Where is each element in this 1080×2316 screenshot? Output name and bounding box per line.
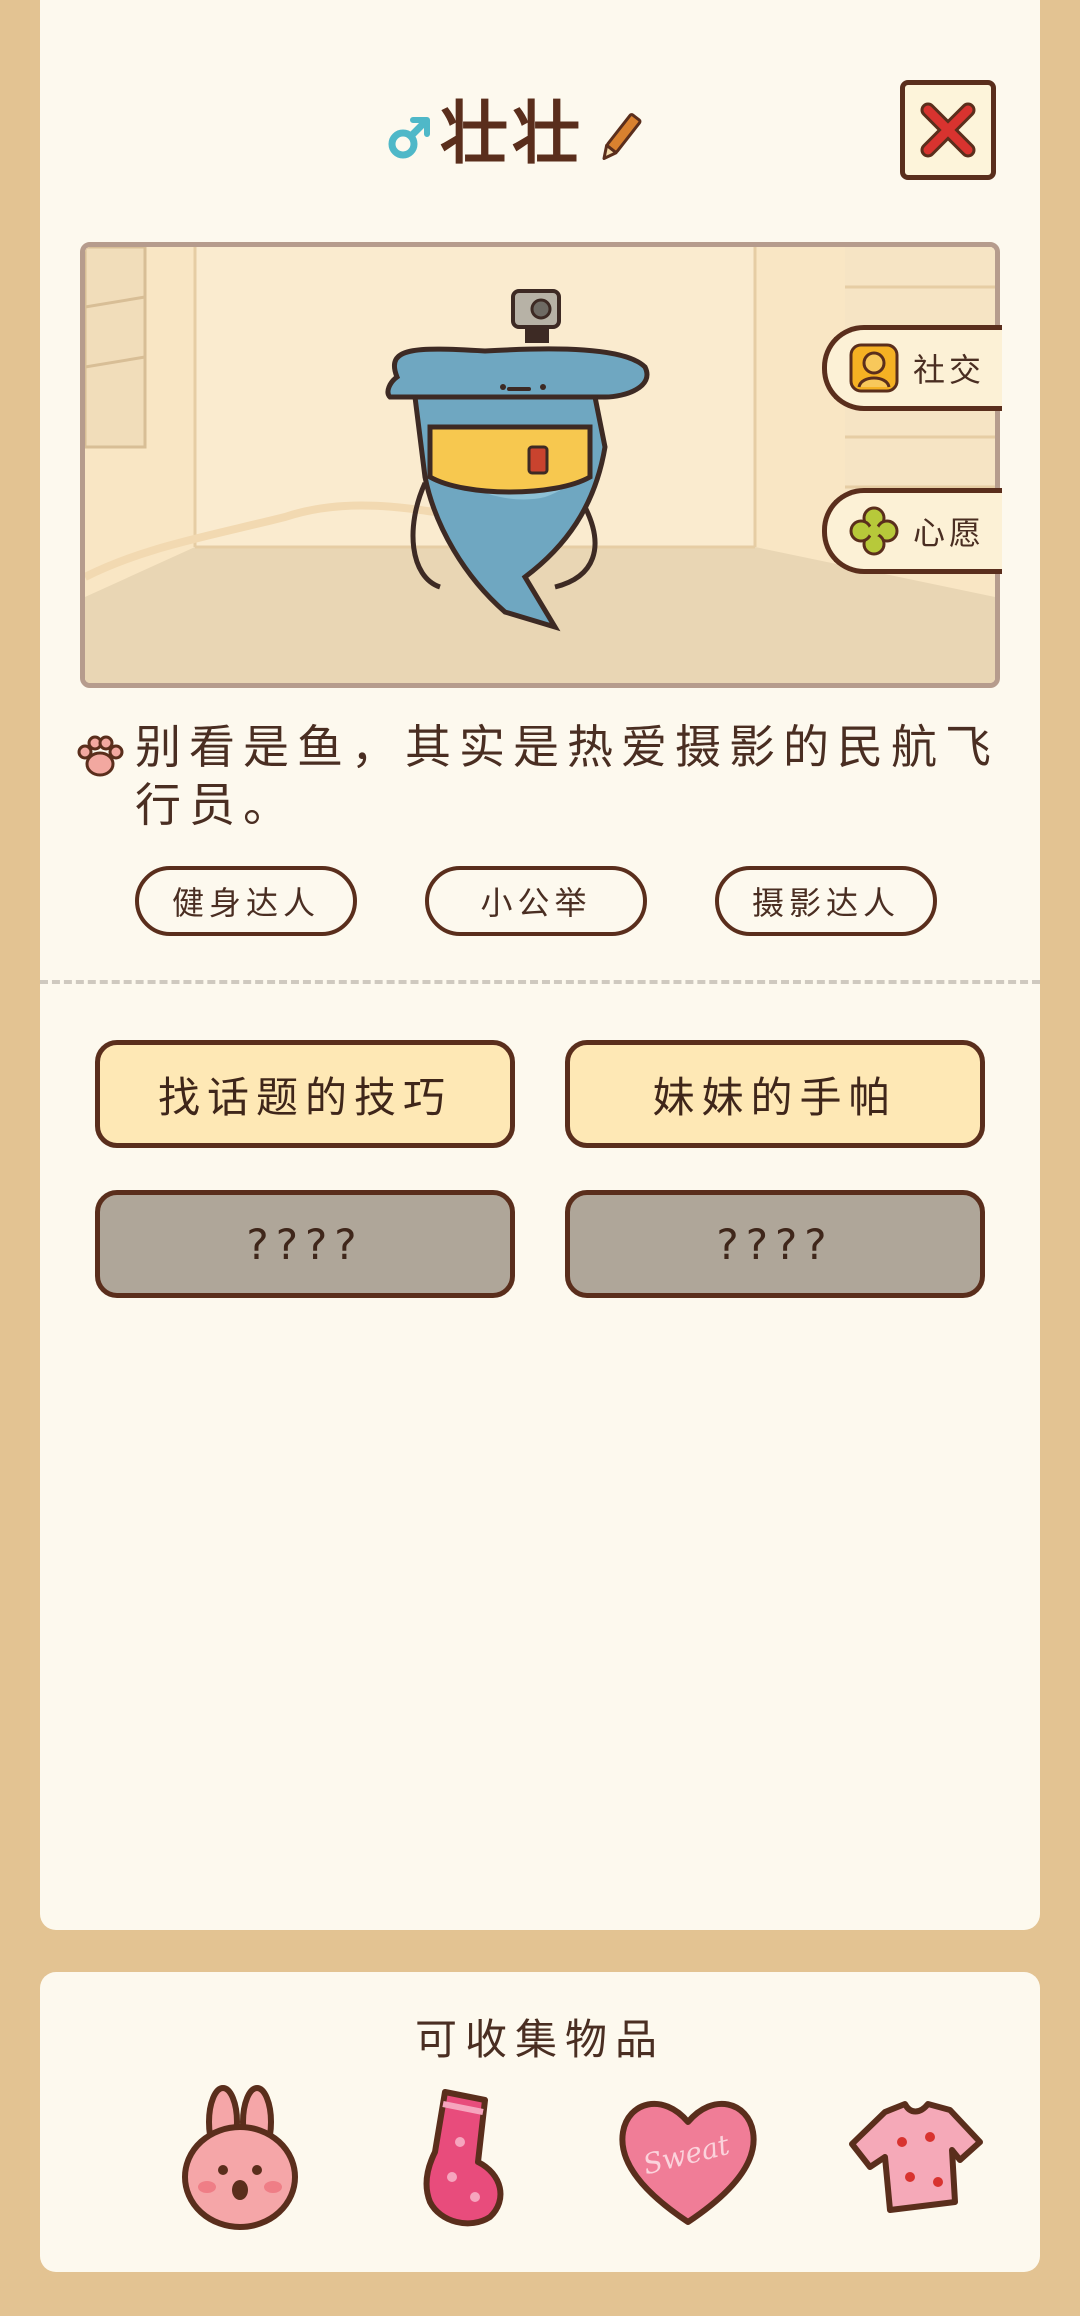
header: 壮壮 bbox=[40, 80, 1040, 190]
character-room-scene bbox=[80, 242, 1000, 688]
room-illustration bbox=[85, 247, 995, 683]
wish-button[interactable]: 心愿 bbox=[822, 488, 1002, 574]
character-name: 壮壮 bbox=[440, 95, 585, 174]
character-description: 别看是鱼，其实是热爱摄影的民航飞行员。 bbox=[75, 718, 1015, 848]
social-button[interactable]: 社交 bbox=[822, 325, 1002, 411]
pink-sock-icon[interactable] bbox=[390, 2082, 540, 2232]
topic-sister-handkerchief[interactable]: 妹妹的手帕 bbox=[565, 1040, 985, 1148]
male-symbol-icon bbox=[388, 117, 430, 159]
clover-icon bbox=[849, 506, 899, 556]
collectibles-title: 可收集物品 bbox=[414, 2015, 665, 2064]
section-divider bbox=[40, 980, 1040, 984]
social-avatar-icon bbox=[849, 343, 899, 393]
character-card: 壮壮 社交 心愿 别看是鱼，其实是热爱摄影的民航飞行员。 健身达人 小公举 摄影… bbox=[40, 0, 1040, 1930]
tag-fitness: 健身达人 bbox=[135, 866, 357, 936]
sweat-heart-icon[interactable]: Sweat bbox=[613, 2082, 763, 2232]
collectibles-panel: 可收集物品 Sweat bbox=[40, 1972, 1040, 2272]
tag-little-princess: 小公举 bbox=[425, 866, 647, 936]
topic-locked-2[interactable]: ???? bbox=[565, 1190, 985, 1298]
close-icon bbox=[920, 102, 976, 158]
description-text: 别看是鱼，其实是热爱摄影的民航飞行员。 bbox=[135, 720, 999, 832]
paw-icon bbox=[77, 735, 124, 777]
close-button[interactable] bbox=[900, 80, 996, 180]
bunny-face-icon[interactable] bbox=[165, 2082, 315, 2232]
tag-photography: 摄影达人 bbox=[715, 866, 937, 936]
topic-locked-1[interactable]: ???? bbox=[95, 1190, 515, 1298]
topic-conversation-tips[interactable]: 找话题的技巧 bbox=[95, 1040, 515, 1148]
wish-label: 心愿 bbox=[913, 514, 986, 552]
strawberry-shirt-icon[interactable] bbox=[840, 2082, 990, 2232]
social-label: 社交 bbox=[913, 351, 986, 389]
edit-pencil-icon[interactable] bbox=[595, 108, 645, 168]
